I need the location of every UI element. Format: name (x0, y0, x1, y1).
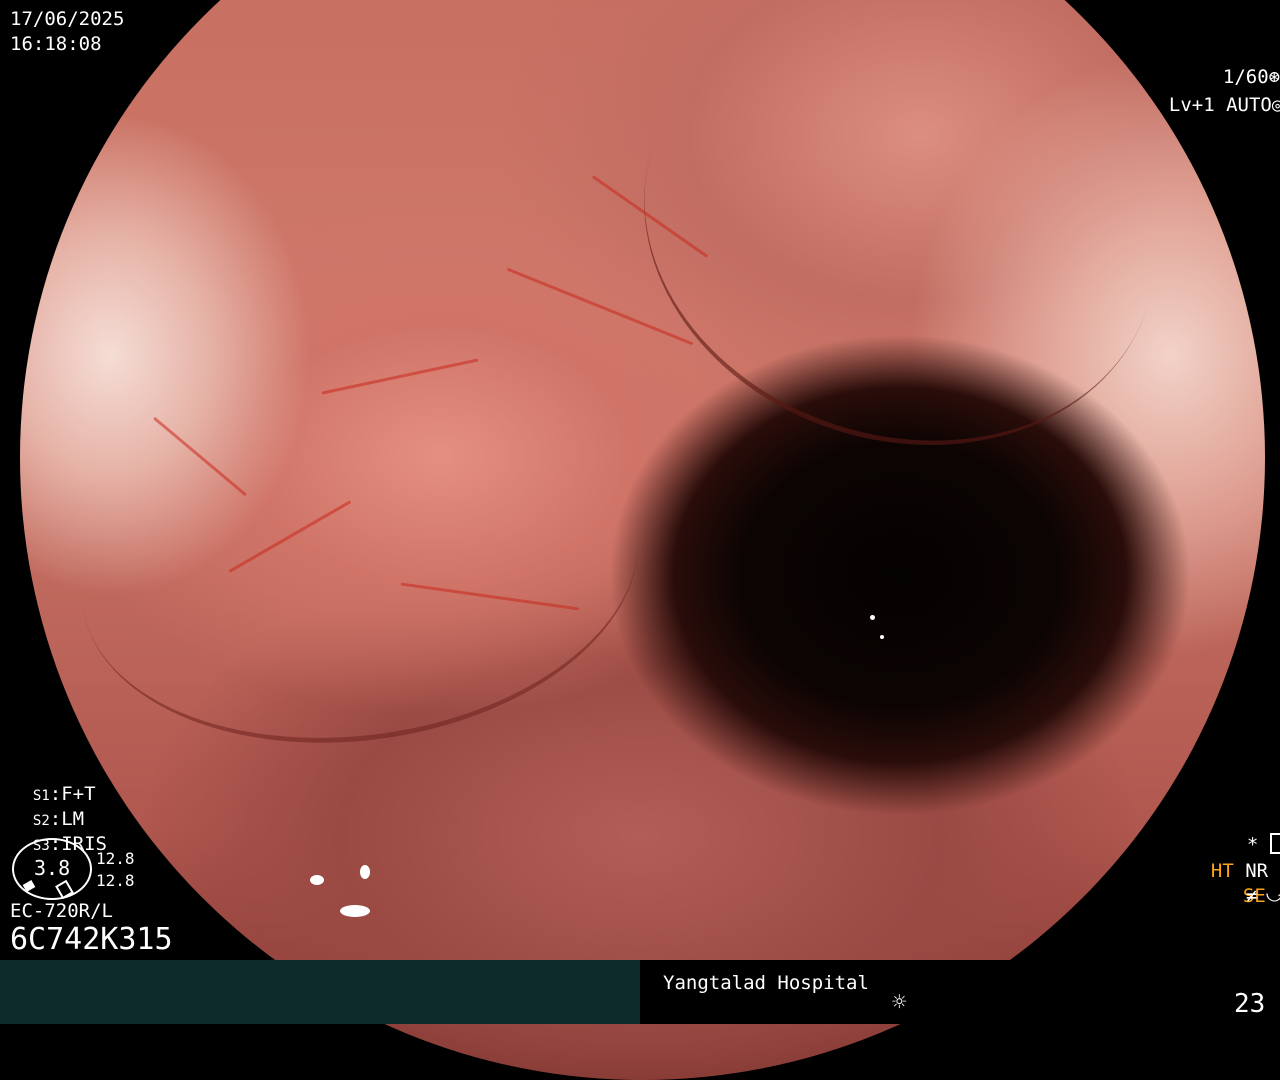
frame-number: 23 (1234, 989, 1266, 1019)
mucosal-fold (58, 357, 662, 778)
gauge-lower: 12.8 (96, 871, 135, 890)
light-reflection (310, 875, 324, 885)
scope-serial: 6C742K315 (10, 922, 173, 957)
not-equal-icon: ≠ (1246, 885, 1258, 907)
light-reflection (870, 615, 875, 620)
footer-bar-left (0, 960, 640, 1024)
iris-mode: AUTO (1226, 94, 1272, 116)
light-reflection (880, 635, 884, 639)
endoscope-image (20, 0, 1265, 1080)
brightness-icon: ☼ (892, 988, 907, 1016)
light-reflection (360, 865, 370, 879)
settings-icon (1269, 833, 1280, 854)
gauge-upper: 12.8 (96, 849, 135, 868)
scope-model: EC-720R/L (10, 900, 113, 922)
iris-icon: ◎ (1271, 94, 1280, 116)
light-level: Lv+1 (1168, 94, 1215, 116)
light-reflection (340, 905, 370, 917)
vessel (321, 358, 479, 395)
enhance-icon: ⤻ (1265, 885, 1280, 907)
exposure-row: Lv+1 AUTO◎ (1146, 69, 1280, 117)
hospital-name: Yangtalad Hospital (663, 972, 869, 994)
gauge-value: 3.8 (34, 856, 71, 880)
time-label: 16:18:08 (10, 33, 102, 55)
date-label: 17/06/2025 (10, 8, 125, 30)
mucosal-fold (587, 0, 1213, 510)
